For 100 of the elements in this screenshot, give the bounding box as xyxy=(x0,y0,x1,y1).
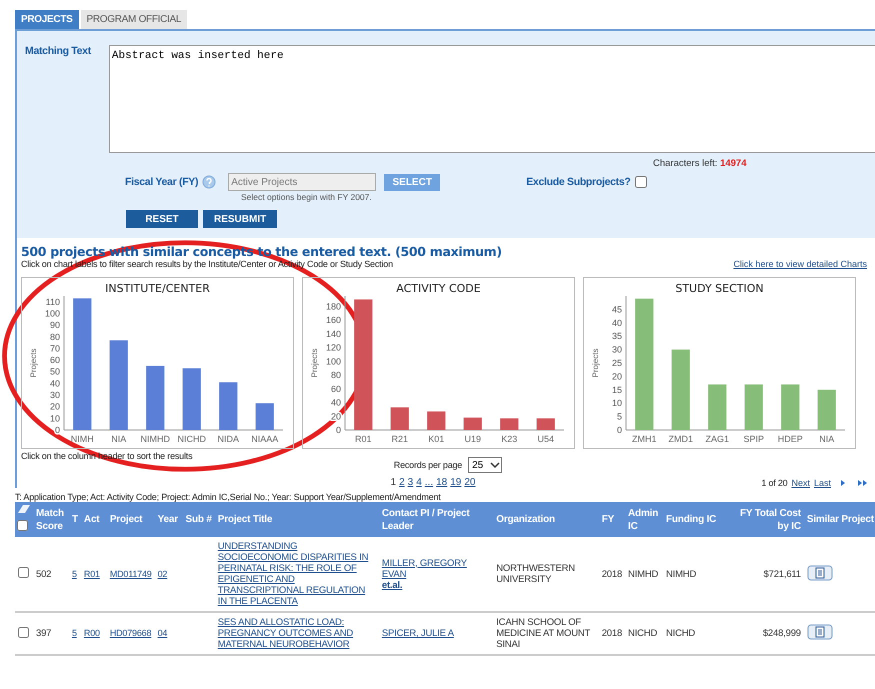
page-link[interactable]: 18 xyxy=(436,477,448,488)
column-header[interactable]: Year xyxy=(154,502,183,537)
page-link[interactable]: 4 xyxy=(416,477,422,488)
column-header[interactable]: Contact PI / Project Leader xyxy=(378,502,494,537)
category-label[interactable]: ZMD1 xyxy=(668,434,693,444)
activity-link[interactable]: R00 xyxy=(84,628,100,638)
type-link[interactable]: 5 xyxy=(72,628,77,638)
tick-label: 100 xyxy=(326,356,341,366)
project-link[interactable]: HD079668 xyxy=(110,628,152,638)
column-header[interactable]: Project xyxy=(106,502,155,537)
category-label[interactable]: NIMHD xyxy=(140,434,170,444)
table-cell: 2018 xyxy=(598,537,626,612)
help-icon[interactable] xyxy=(202,175,216,189)
year-link[interactable]: 04 xyxy=(158,628,168,638)
tick-label: 0 xyxy=(54,425,60,435)
table-cell: $721,611 xyxy=(728,537,804,612)
tick-label: 80 xyxy=(330,370,341,380)
year-link[interactable]: 02 xyxy=(158,568,168,578)
tick-label: 45 xyxy=(612,304,622,314)
category-label[interactable]: NIDA xyxy=(218,434,239,444)
column-header[interactable]: Sub # xyxy=(182,502,215,537)
activity-link[interactable]: R01 xyxy=(84,568,100,578)
bar[interactable] xyxy=(354,299,372,430)
category-label[interactable]: U19 xyxy=(464,434,481,444)
page-link[interactable]: ... xyxy=(424,477,434,488)
bar[interactable] xyxy=(536,418,555,430)
fiscal-year-field[interactable]: Active Projects xyxy=(228,173,376,191)
page-status: 1 of 20 xyxy=(761,478,788,488)
bar[interactable] xyxy=(500,418,518,430)
bar[interactable] xyxy=(146,366,164,430)
row-checkbox[interactable] xyxy=(18,567,29,578)
next-link[interactable]: Next xyxy=(791,478,810,488)
table-cell: 502 xyxy=(33,537,69,612)
bar[interactable] xyxy=(390,407,409,430)
category-label[interactable]: NIAAA xyxy=(251,434,278,444)
category-label[interactable]: ZAG1 xyxy=(706,434,729,444)
bar[interactable] xyxy=(110,340,128,430)
contact-pi-link[interactable]: SPICER, JULIE A xyxy=(382,628,454,639)
category-label[interactable]: NICHD xyxy=(178,434,206,444)
document-icon[interactable] xyxy=(806,624,833,640)
charts-link[interactable]: Click here to view detailed Charts xyxy=(733,259,867,269)
column-header[interactable]: Funding IC xyxy=(662,502,729,537)
tick-label: 90 xyxy=(50,320,60,330)
last-link[interactable]: Last xyxy=(814,478,831,488)
et-al-link[interactable]: et.al. xyxy=(382,580,402,590)
category-label[interactable]: U54 xyxy=(538,434,554,444)
select-all-checkbox[interactable] xyxy=(17,520,28,531)
bar[interactable] xyxy=(219,382,238,430)
column-header[interactable]: Admin IC xyxy=(625,502,663,537)
page-link[interactable]: 3 xyxy=(408,477,414,488)
form-button[interactable]: RESUBMIT xyxy=(203,210,278,228)
column-header[interactable]: FY Total Cost by IC xyxy=(728,502,804,537)
category-label[interactable]: K23 xyxy=(501,434,518,444)
bar[interactable] xyxy=(256,403,274,430)
project-title-link[interactable]: UNDERSTANDING SOCIOECONOMIC DISPARITIES IN PERINATAL RISK: THE ROLE OF EPIGENETIC AND TRANSCRIPTIONAL REGULATION IN THE PLACENTA xyxy=(218,541,376,607)
column-header[interactable]: Project Title xyxy=(214,502,379,537)
column-header[interactable]: Match Score xyxy=(33,502,69,537)
next-icon[interactable] xyxy=(839,479,847,487)
category-label[interactable]: R21 xyxy=(392,434,408,444)
bar[interactable] xyxy=(427,411,446,430)
column-header[interactable]: Organization xyxy=(493,502,599,537)
table-cell: 2018 xyxy=(598,612,626,655)
category-label[interactable]: SPIP xyxy=(744,434,764,444)
category-label[interactable]: NIA xyxy=(111,434,126,444)
project-title-link[interactable]: SES AND ALLOSTATIC LOAD: PREGNANCY OUTCOMES AND MATERNAL NEUROBEHAVIOR xyxy=(218,617,376,650)
type-link[interactable]: 5 xyxy=(72,568,77,578)
page-link[interactable]: 19 xyxy=(450,477,462,488)
category-label[interactable]: ZMH1 xyxy=(632,434,656,444)
tick-label: 70 xyxy=(50,343,60,354)
records-select[interactable]: 25 xyxy=(468,457,502,473)
column-header[interactable]: Similar Project xyxy=(804,502,875,537)
category-label[interactable]: HDEP xyxy=(778,434,803,444)
bar[interactable] xyxy=(182,368,201,430)
column-header[interactable]: Act xyxy=(80,502,107,537)
field-label: Exclude Subprojects? xyxy=(526,176,630,188)
table-cell: 397 xyxy=(33,612,69,655)
bar[interactable] xyxy=(73,298,92,430)
last-icon[interactable] xyxy=(857,479,869,487)
tick-label: 140 xyxy=(326,328,341,339)
project-link[interactable]: MD011749 xyxy=(110,568,152,578)
tab[interactable]: PROGRAM OFFICIAL xyxy=(80,10,188,29)
tick-label: 20 xyxy=(612,371,622,382)
column-header[interactable]: FY xyxy=(598,502,626,537)
category-label[interactable]: NIMH xyxy=(70,434,94,444)
category-label[interactable]: NIA xyxy=(819,434,834,444)
page-link[interactable]: 2 xyxy=(399,477,405,488)
row-checkbox[interactable] xyxy=(18,626,29,638)
current-page: 1 xyxy=(390,477,396,488)
bar[interactable] xyxy=(464,418,482,430)
filter-icon[interactable] xyxy=(17,504,31,516)
records-label: Records per page xyxy=(394,460,462,470)
tab[interactable]: PROJECTS xyxy=(15,10,79,29)
matching-text-field[interactable]: Abstract was inserted here xyxy=(108,45,875,153)
document-icon[interactable] xyxy=(806,564,833,580)
form-button[interactable]: RESET xyxy=(126,210,198,228)
category-label[interactable]: R01 xyxy=(355,434,372,444)
category-label[interactable]: K01 xyxy=(428,434,444,444)
page-link[interactable]: 20 xyxy=(464,477,476,488)
exclude-checkbox[interactable] xyxy=(634,176,646,188)
column-header[interactable]: T xyxy=(68,502,81,537)
